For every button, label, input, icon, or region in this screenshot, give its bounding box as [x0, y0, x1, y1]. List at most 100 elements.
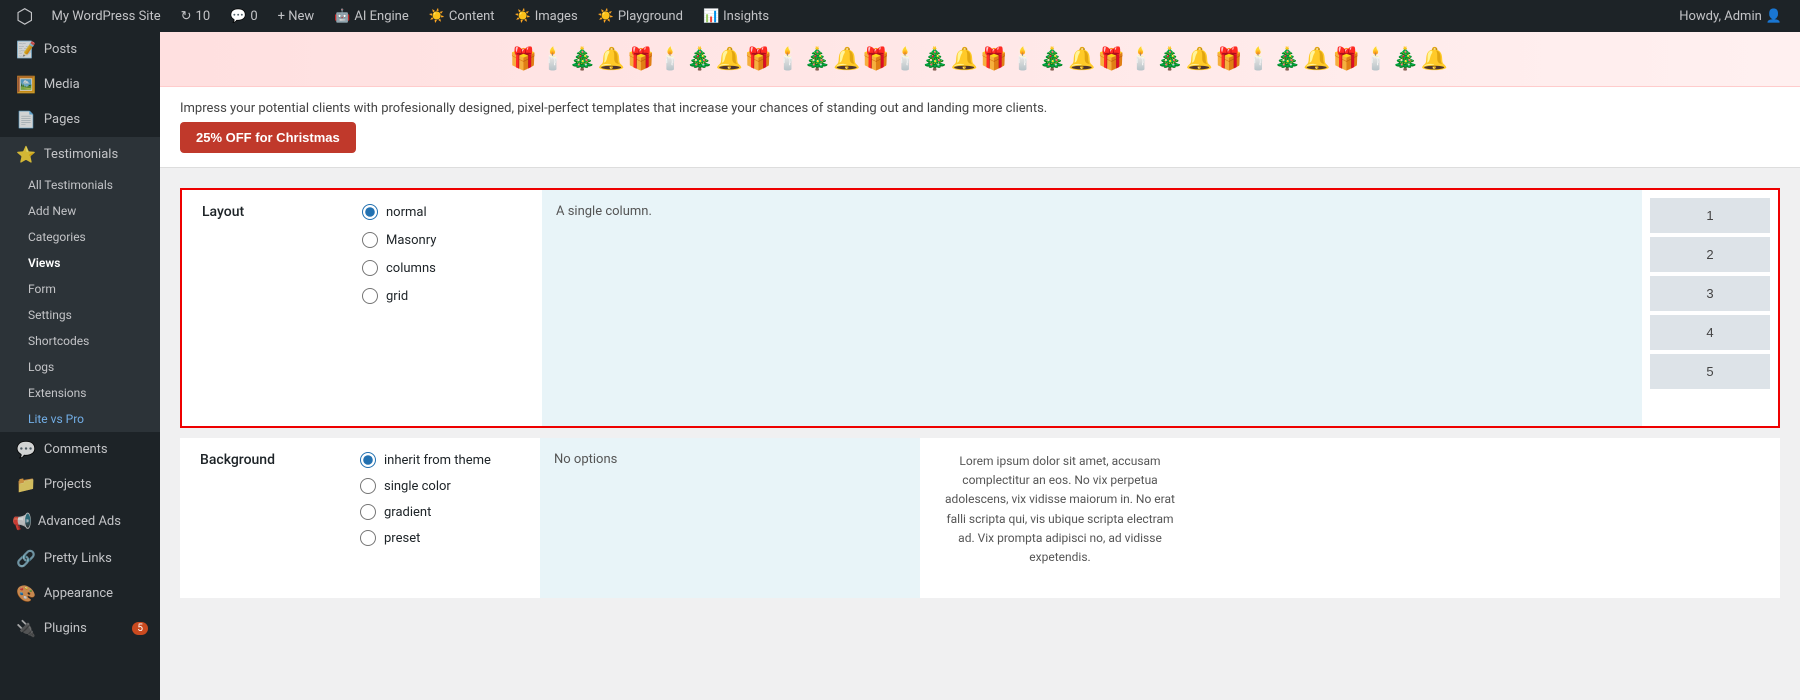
images-label: Images — [535, 9, 578, 24]
comments-sidebar-icon: 💬 — [16, 440, 36, 459]
layout-radio-columns[interactable] — [362, 260, 378, 276]
sidebar-sub-extensions[interactable]: Extensions — [0, 380, 160, 406]
layout-option-masonry[interactable]: Masonry — [362, 232, 522, 248]
sidebar-item-comments[interactable]: 💬 Comments — [0, 432, 160, 467]
sidebar-sub-categories[interactable]: Categories — [0, 224, 160, 250]
layout-option-grid[interactable]: grid — [362, 288, 522, 304]
sidebar-sub-settings[interactable]: Settings — [0, 302, 160, 328]
layout-preview: A single column. — [542, 190, 1642, 426]
sidebar-appearance-label: Appearance — [44, 586, 113, 601]
site-name-item[interactable]: My WordPress Site — [43, 0, 168, 32]
bg-radio-preset[interactable] — [360, 530, 376, 546]
background-preview: No options — [540, 438, 920, 598]
bg-radio-gradient[interactable] — [360, 504, 376, 520]
bg-option-single[interactable]: single color — [360, 478, 520, 494]
sidebar-comments-label: Comments — [44, 442, 108, 457]
avatar-icon: 👤 — [1766, 9, 1782, 24]
testimonials-icon: ⭐ — [16, 145, 36, 164]
appearance-icon: 🎨 — [16, 584, 36, 603]
insights-item[interactable]: 📊 Insights — [695, 0, 777, 32]
new-item[interactable]: + New — [270, 0, 323, 32]
bg-option-preset[interactable]: preset — [360, 530, 520, 546]
howdy-item[interactable]: Howdy, Admin 👤 — [1671, 0, 1790, 32]
content-label: Content — [449, 9, 495, 24]
sidebar-submenu: All Testimonials Add New Categories View… — [0, 172, 160, 432]
advanced-ads-icon: 📢 — [12, 512, 32, 531]
howdy-text: Howdy, Admin — [1679, 9, 1762, 24]
christmas-offer-button[interactable]: 25% OFF for Christmas — [180, 122, 356, 153]
revisions-icon: ↻ — [181, 9, 192, 24]
admin-bar: ⬡ My WordPress Site ↻ 10 💬 0 + New 🤖 AI … — [0, 0, 1800, 32]
background-no-options-text: No options — [554, 452, 617, 467]
layout-option-columns[interactable]: columns — [362, 260, 522, 276]
main-content: 🎁🕯️🎄🔔🎁🕯️🎄🔔🎁🕯️🎄🔔🎁🕯️🎄🔔🎁🕯️🎄🔔🎁🕯️🎄🔔🎁🕯️🎄🔔🎁🕯️🎄🔔… — [160, 32, 1800, 700]
layout-numbers: 1 2 3 4 5 — [1642, 190, 1778, 426]
ai-engine-label: AI Engine — [354, 9, 408, 24]
sidebar-item-pages[interactable]: 📄 Pages — [0, 102, 160, 137]
layout-option-normal-label: normal — [386, 205, 427, 220]
projects-icon: 📁 — [16, 475, 36, 494]
images-item[interactable]: ☀️ Images — [507, 0, 586, 32]
layout-radio-masonry[interactable] — [362, 232, 378, 248]
background-lorem: Lorem ipsum dolor sit amet, accusam comp… — [920, 438, 1200, 598]
sidebar-sub-lite-vs-pro[interactable]: Lite vs Pro — [0, 406, 160, 432]
layout-option-columns-label: columns — [386, 261, 436, 276]
bg-radio-single[interactable] — [360, 478, 376, 494]
layout-number-3[interactable]: 3 — [1650, 276, 1770, 311]
playground-label: Playground — [618, 9, 683, 24]
layout-preview-text: A single column. — [556, 204, 652, 219]
plugins-badge: 5 — [132, 622, 148, 635]
sidebar: 📝 Posts 🖼️ Media 📄 Pages ⭐ Testimonials … — [0, 32, 160, 700]
sidebar-sub-logs[interactable]: Logs — [0, 354, 160, 380]
bg-radio-inherit[interactable] — [360, 452, 376, 468]
sidebar-item-testimonials[interactable]: ⭐ Testimonials — [0, 137, 160, 172]
layout-number-5[interactable]: 5 — [1650, 354, 1770, 389]
bg-option-gradient[interactable]: gradient — [360, 504, 520, 520]
posts-icon: 📝 — [16, 40, 36, 59]
layout-option-grid-label: grid — [386, 289, 408, 304]
pretty-links-icon: 🔗 — [16, 549, 36, 568]
ai-engine-icon: 🤖 — [334, 9, 350, 24]
content-item[interactable]: ☀️ Content — [421, 0, 503, 32]
layout-number-2[interactable]: 2 — [1650, 237, 1770, 272]
background-section: Background inherit from theme single col… — [180, 438, 1780, 598]
sidebar-sub-form[interactable]: Form — [0, 276, 160, 302]
bg-option-inherit-label: inherit from theme — [384, 453, 491, 468]
layout-number-4[interactable]: 4 — [1650, 315, 1770, 350]
sidebar-projects-label: Projects — [44, 477, 92, 492]
comments-count: 0 — [250, 9, 257, 24]
sidebar-item-advanced-ads[interactable]: 📢 Advanced Ads — [0, 502, 160, 541]
layout-radio-normal[interactable] — [362, 204, 378, 220]
sidebar-posts-label: Posts — [44, 42, 77, 57]
wp-logo-icon[interactable]: ⬡ — [10, 4, 39, 28]
layout-radio-grid[interactable] — [362, 288, 378, 304]
comments-item[interactable]: 💬 0 — [222, 0, 266, 32]
plugins-icon: 🔌 — [16, 619, 36, 638]
bg-option-single-label: single color — [384, 479, 451, 494]
images-icon: ☀️ — [515, 9, 531, 24]
sidebar-sub-all-testimonials[interactable]: All Testimonials — [0, 172, 160, 198]
layout-option-masonry-label: Masonry — [386, 233, 436, 248]
sidebar-item-plugins[interactable]: 🔌 Plugins 5 — [0, 611, 160, 646]
sidebar-item-posts[interactable]: 📝 Posts — [0, 32, 160, 67]
bg-option-preset-label: preset — [384, 531, 420, 546]
playground-item[interactable]: ☀️ Playground — [590, 0, 691, 32]
background-label: Background — [180, 438, 340, 598]
sidebar-item-media[interactable]: 🖼️ Media — [0, 67, 160, 102]
layout-option-normal[interactable]: normal — [362, 204, 522, 220]
sidebar-item-projects[interactable]: 📁 Projects — [0, 467, 160, 502]
layout-label: Layout — [182, 190, 342, 426]
ai-engine-item[interactable]: 🤖 AI Engine — [326, 0, 417, 32]
layout-number-1[interactable]: 1 — [1650, 198, 1770, 233]
sidebar-item-pretty-links[interactable]: 🔗 Pretty Links — [0, 541, 160, 576]
sidebar-sub-views[interactable]: Views — [0, 250, 160, 276]
sidebar-sub-shortcodes[interactable]: Shortcodes — [0, 328, 160, 354]
revisions-item[interactable]: ↻ 10 — [173, 0, 219, 32]
layout-section: Layout normal Masonry columns — [160, 168, 1800, 618]
bg-option-inherit[interactable]: inherit from theme — [360, 452, 520, 468]
sidebar-item-appearance[interactable]: 🎨 Appearance — [0, 576, 160, 611]
pages-icon: 📄 — [16, 110, 36, 129]
sidebar-sub-add-new[interactable]: Add New — [0, 198, 160, 224]
new-label: + New — [278, 9, 315, 24]
sidebar-testimonials-label: Testimonials — [44, 147, 118, 162]
